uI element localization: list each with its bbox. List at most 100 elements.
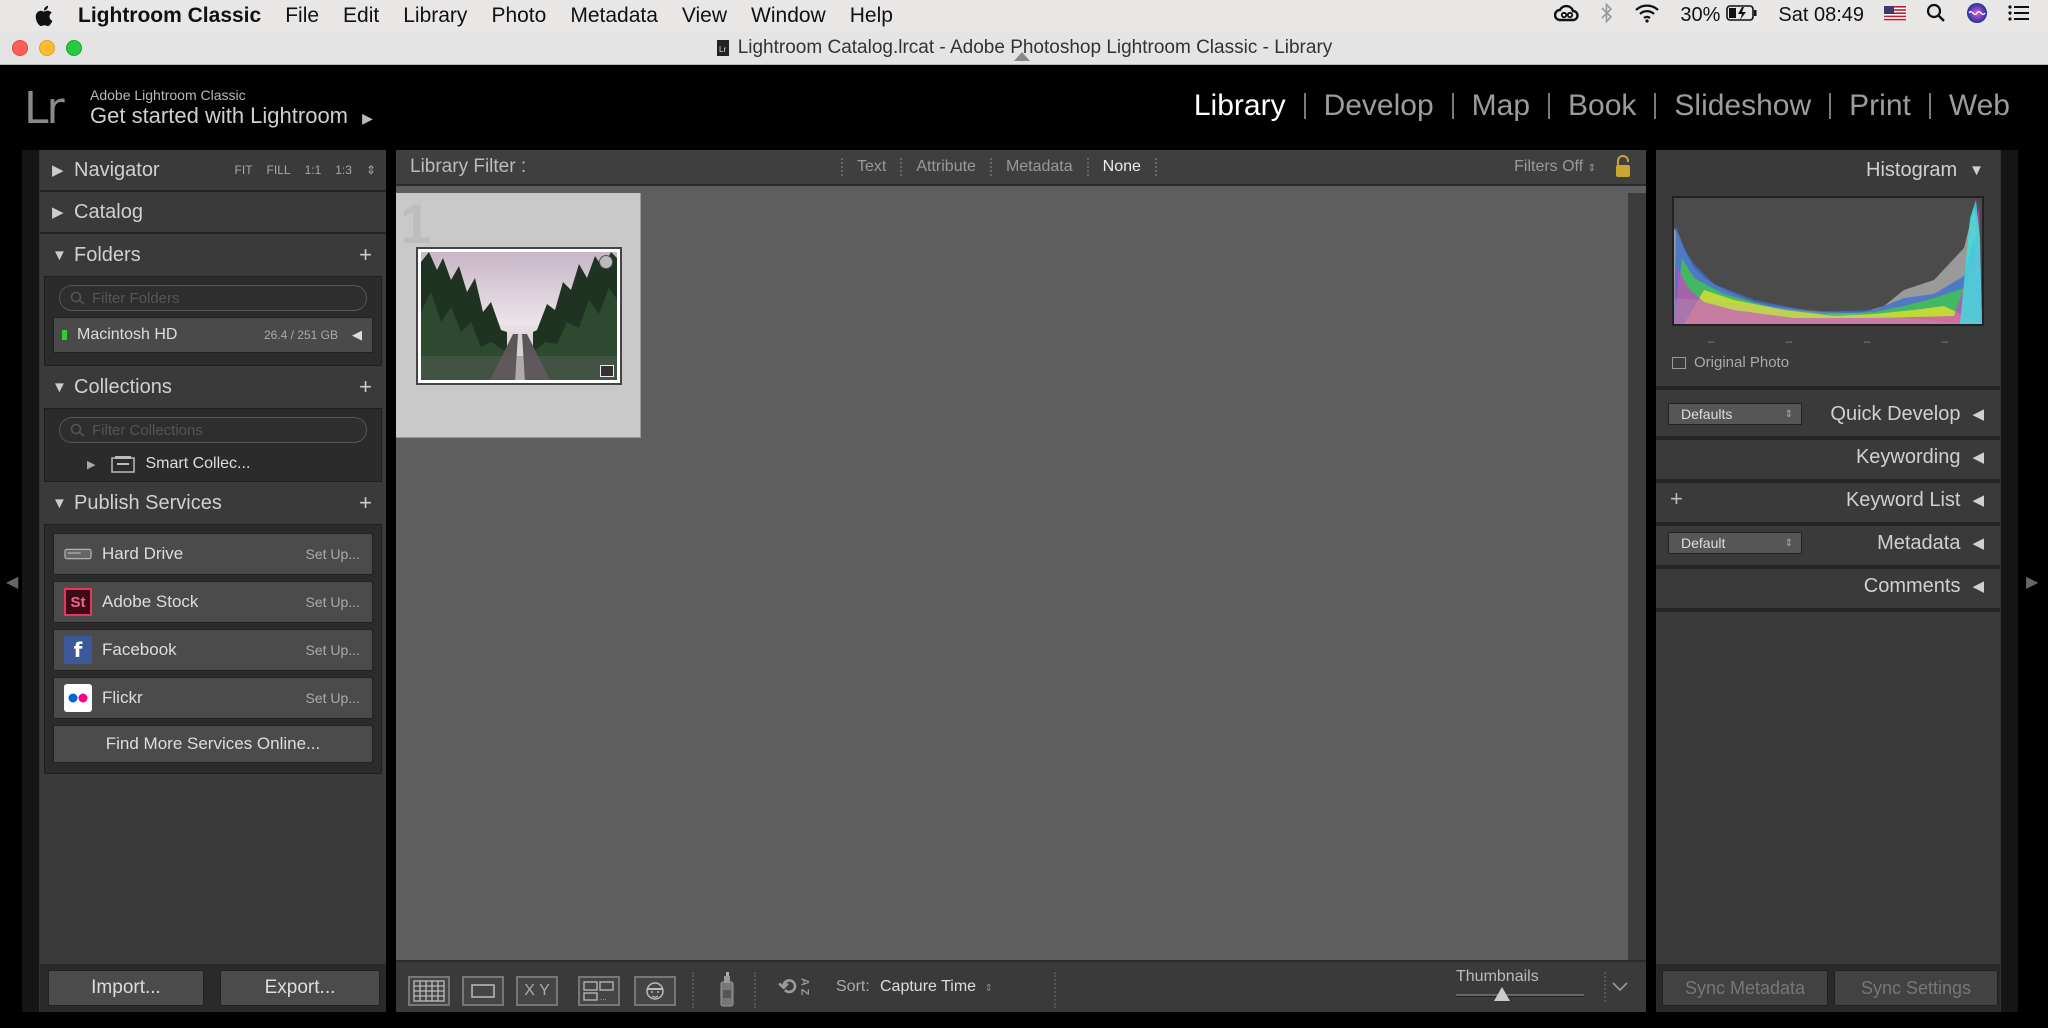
publish-flickr[interactable]: Flickr Set Up... [53,677,373,719]
volume-expand-icon[interactable]: ◀ [352,327,362,343]
thumbnails-slider-handle[interactable] [1494,987,1510,1001]
module-library[interactable]: Library [1176,91,1304,121]
add-publish-service-icon[interactable]: + [359,490,372,516]
set-up-button[interactable]: Set Up... [306,594,360,610]
window-title-bar: Lr Lightroom Catalog.lrcat - Adobe Photo… [0,31,2048,65]
navigator-header[interactable]: ▶ Navigator FIT FILL 1:1 1:3 ⇕ [40,150,386,192]
sync-settings-button[interactable]: Sync Settings [1834,970,1998,1006]
people-view-icon[interactable] [634,976,676,1006]
bluetooth-icon[interactable] [1600,2,1614,30]
publish-facebook[interactable]: f Facebook Set Up... [53,629,373,671]
smart-collections-item[interactable]: ▶ Smart Collec... [45,449,381,479]
menu-view[interactable]: View [682,4,727,28]
filter-collections-input[interactable]: Filter Collections [59,417,367,443]
publish-hard-drive[interactable]: Hard Drive Set Up... [53,533,373,575]
sync-metadata-button[interactable]: Sync Metadata [1662,970,1828,1006]
collapse-right-panel-icon[interactable]: ▶ [2026,572,2038,592]
filter-folders-input[interactable]: Filter Folders [59,285,367,311]
close-window-button[interactable] [12,40,28,56]
painter-spray-can-icon[interactable] [716,972,738,1013]
flag-circle-icon[interactable] [599,255,613,269]
expand-triangle-icon[interactable]: ▶ [87,458,95,471]
set-up-button[interactable]: Set Up... [306,690,360,706]
export-button[interactable]: Export... [220,970,380,1006]
keywording-header[interactable]: Keywording ◀ [1656,437,2000,477]
original-photo-checkbox[interactable]: Original Photo [1672,354,1789,371]
nav-1-1[interactable]: 1:1 [305,163,322,177]
add-keyword-icon[interactable]: + [1670,486,1683,512]
clock[interactable]: Sat 08:49 [1778,4,1864,27]
find-more-services-button[interactable]: Find More Services Online... [53,725,373,763]
nav-zoom-stepper-icon[interactable]: ⇕ [366,163,376,177]
collapse-top-panel-icon[interactable] [1014,52,1030,61]
thumbnail[interactable] [416,247,622,385]
filter-metadata-tab[interactable]: Metadata [989,158,1087,176]
histogram-header[interactable]: Histogram ▼ [1656,150,2000,190]
survey-view-icon[interactable]: ... [578,976,620,1006]
quick-develop-preset-select[interactable]: Defaults ⇕ [1668,403,1802,425]
lock-icon[interactable] [1614,155,1632,184]
menu-app-name[interactable]: Lightroom Classic [78,4,261,28]
module-book[interactable]: Book [1548,91,1654,121]
grid-scrollbar[interactable] [1628,193,1646,960]
creative-cloud-icon[interactable] [1554,3,1580,29]
us-flag-icon[interactable] [1884,4,1906,27]
compare-view-icon[interactable]: X Y [516,976,558,1006]
menu-edit[interactable]: Edit [343,4,379,28]
keyword-list-header[interactable]: Keyword List ◀ [1656,480,2000,520]
add-folder-icon[interactable]: + [359,242,372,268]
set-up-button[interactable]: Set Up... [306,642,360,658]
catalog-header[interactable]: ▶ Catalog [40,192,386,234]
publish-adobe-stock[interactable]: St Adobe Stock Set Up... [53,581,373,623]
histogram-graph[interactable] [1672,196,1984,326]
battery-charging-icon[interactable] [1726,4,1758,28]
filter-none-tab[interactable]: None [1086,158,1157,176]
zoom-window-button[interactable] [66,40,82,56]
module-web[interactable]: Web [1928,91,2028,121]
get-started-link[interactable]: Get started with Lightroom ▶ [90,103,373,129]
add-collection-icon[interactable]: + [359,374,372,400]
menu-library[interactable]: Library [403,4,467,28]
collections-header[interactable]: ▼ Collections + [40,366,386,408]
wifi-icon[interactable] [1634,3,1660,29]
module-develop[interactable]: Develop [1303,91,1452,121]
import-button[interactable]: Import... [48,970,204,1006]
comments-header[interactable]: Comments ◀ [1656,566,2000,606]
apple-icon[interactable] [30,4,60,28]
toolbar-menu-chevron-icon[interactable] [1604,972,1634,1002]
module-print[interactable]: Print [1829,91,1929,121]
siri-icon[interactable] [1966,2,1988,30]
menu-metadata[interactable]: Metadata [570,4,658,28]
grid-cell[interactable]: 1 [396,192,641,438]
menu-help[interactable]: Help [850,4,893,28]
filters-off-dropdown[interactable]: Filters Off ⇕ [1514,158,1596,176]
sort-dropdown[interactable]: Capture Time ⇕ [880,978,993,996]
menu-file[interactable]: File [285,4,319,28]
module-slideshow[interactable]: Slideshow [1654,91,1829,121]
thumbnails-label: Thumbnails [1456,968,1539,985]
loupe-view-icon[interactable] [462,976,504,1006]
spotlight-search-icon[interactable] [1926,3,1946,29]
metadata-preset-select[interactable]: Default ⇕ [1668,532,1802,554]
nav-1-3[interactable]: 1:3 [335,163,352,177]
hard-drive-icon [64,540,92,568]
publish-services-header[interactable]: ▼ Publish Services + [40,482,386,524]
original-photo-label: Original Photo [1694,354,1790,371]
filter-text-tab[interactable]: Text [841,158,900,176]
nav-fit[interactable]: FIT [235,163,253,177]
volume-macintosh-hd[interactable]: Macintosh HD 26.4 / 251 GB ◀ [53,317,373,353]
checkbox-icon[interactable] [1672,356,1686,369]
sort-direction-icon[interactable]: ⟲ A Z [778,974,810,1000]
grid-view-icon[interactable] [408,976,450,1006]
menu-window[interactable]: Window [751,4,826,28]
notification-center-icon[interactable] [2008,4,2030,28]
module-map[interactable]: Map [1451,91,1548,121]
set-up-button[interactable]: Set Up... [306,546,360,562]
filter-attribute-tab[interactable]: Attribute [900,158,990,176]
minimize-window-button[interactable] [39,40,55,56]
collapse-left-panel-icon[interactable]: ◀ [6,572,18,592]
nav-fill[interactable]: FILL [267,163,291,177]
menu-photo[interactable]: Photo [491,4,546,28]
folders-header[interactable]: ▼ Folders + [40,234,386,276]
thumbnails-slider[interactable] [1456,987,1584,1001]
